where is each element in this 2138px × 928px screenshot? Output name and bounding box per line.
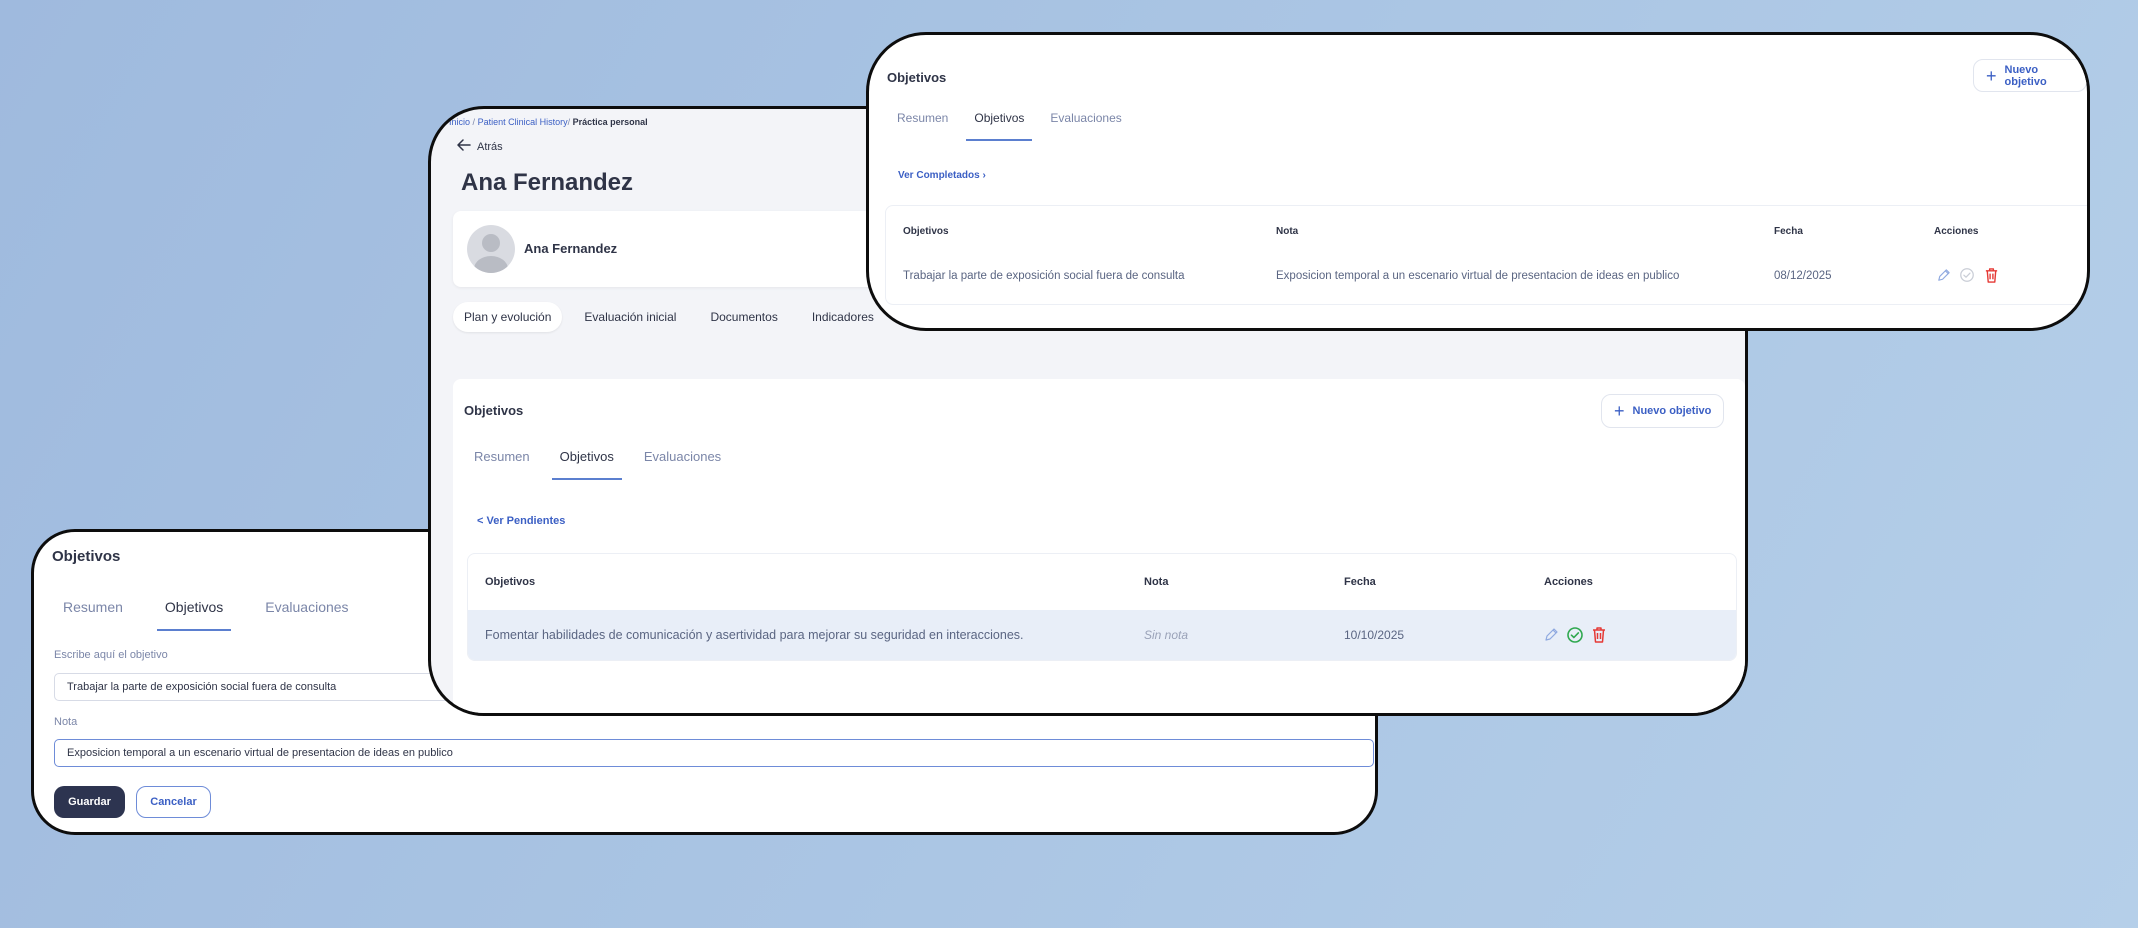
row-note: Exposicion temporal a un escenario virtu… <box>1276 270 1680 282</box>
new-objective-button[interactable]: + Nuevo objetivo <box>1973 59 2087 92</box>
breadcrumb-history[interactable]: Patient Clinical History <box>478 117 568 127</box>
back-arrow-icon <box>457 139 471 154</box>
objectives-table: Objetivos Nota Fecha Acciones Fomentar h… <box>467 553 1737 661</box>
breadcrumb: Inicio / Patient Clinical History/ Práct… <box>449 117 648 127</box>
row-objective: Fomentar habilidades de comunicación y a… <box>485 628 1024 642</box>
objective-field-label: Escribe aquí el objetivo <box>54 649 168 661</box>
form-tabs: Resumen Objetivos Evaluaciones <box>55 599 357 631</box>
new-objective-button[interactable]: + Nuevo objetivo <box>1601 394 1725 428</box>
breadcrumb-separator: / <box>567 117 571 127</box>
row-actions <box>1540 624 1612 646</box>
trash-icon[interactable] <box>1588 624 1610 646</box>
column-header-fecha: Fecha <box>1344 576 1376 588</box>
objectives-completed-card: Objetivos + Nuevo objetivo Resumen Objet… <box>866 32 2090 331</box>
back-link[interactable]: Atrás <box>457 139 503 154</box>
new-objective-label: Nuevo objetivo <box>2004 63 2047 88</box>
patient-header-card: Ana Fernandez <box>453 211 913 287</box>
patient-name: Ana Fernandez <box>524 241 618 256</box>
table-row: Trabajar la parte de exposición social f… <box>886 254 2087 294</box>
view-completed-link[interactable]: Ver Completados › <box>898 170 986 181</box>
column-header-acciones: Acciones <box>1934 226 1979 237</box>
plus-icon: + <box>1614 401 1625 421</box>
tab-evaluaciones[interactable]: Evaluaciones <box>636 449 729 480</box>
column-header-nota: Nota <box>1276 226 1299 237</box>
page-title: Ana Fernandez <box>461 169 634 196</box>
note-input[interactable]: Exposicion temporal a un escenario virtu… <box>54 739 1374 767</box>
form-title: Objetivos <box>52 548 121 565</box>
objectives-tabs: Resumen Objetivos Evaluaciones <box>466 449 729 480</box>
save-button[interactable]: Guardar <box>54 786 125 818</box>
tab-evaluacion-inicial[interactable]: Evaluación inicial <box>572 302 688 332</box>
main-tabs: Plan y evolución Evaluación inicial Docu… <box>453 302 886 332</box>
edit-icon[interactable] <box>1932 264 1954 286</box>
tab-objetivos[interactable]: Objetivos <box>156 599 232 631</box>
row-objective: Trabajar la parte de exposición social f… <box>903 270 1185 282</box>
back-label: Atrás <box>477 140 503 153</box>
avatar <box>467 225 515 273</box>
column-header-objetivos: Objetivos <box>485 576 536 588</box>
tab-objetivos[interactable]: Objetivos <box>966 111 1033 141</box>
section-title: Objetivos <box>887 70 947 85</box>
edit-icon[interactable] <box>1540 624 1562 646</box>
tab-evaluaciones[interactable]: Evaluaciones <box>257 599 356 631</box>
breadcrumb-home[interactable]: Inicio <box>449 117 470 127</box>
tab-documentos[interactable]: Documentos <box>698 302 789 332</box>
view-pending-link[interactable]: < Ver Pendientes <box>477 515 565 527</box>
column-header-fecha: Fecha <box>1774 226 1803 237</box>
table-row: Fomentar habilidades de comunicación y a… <box>468 610 1736 660</box>
check-circle-icon[interactable] <box>1564 624 1586 646</box>
tab-evaluaciones[interactable]: Evaluaciones <box>1042 111 1129 141</box>
avatar-icon <box>474 234 508 273</box>
row-note: Sin nota <box>1144 628 1189 642</box>
tab-resumen[interactable]: Resumen <box>466 449 538 480</box>
tab-plan-evolucion[interactable]: Plan y evolución <box>453 302 563 332</box>
new-objective-label: Nuevo objetivo <box>1632 405 1712 417</box>
breadcrumb-separator: / <box>472 117 476 127</box>
column-header-acciones: Acciones <box>1544 576 1593 588</box>
cancel-button[interactable]: Cancelar <box>136 786 211 818</box>
objectives-panel: Objetivos + Nuevo objetivo Resumen Objet… <box>453 379 1745 713</box>
objectives-tabs: Resumen Objetivos Evaluaciones <box>889 111 1130 141</box>
column-header-nota: Nota <box>1144 576 1169 588</box>
column-header-objetivos: Objetivos <box>903 226 949 237</box>
row-date: 08/12/2025 <box>1774 270 1832 282</box>
tab-indicadores[interactable]: Indicadores <box>800 302 886 332</box>
check-circle-icon[interactable] <box>1956 264 1978 286</box>
note-field-label: Nota <box>54 716 78 728</box>
tab-resumen[interactable]: Resumen <box>889 111 956 141</box>
objectives-table: Objetivos Nota Fecha Acciones Trabajar l… <box>885 205 2087 305</box>
tab-resumen[interactable]: Resumen <box>55 599 131 631</box>
plus-icon: + <box>1986 65 1997 86</box>
tab-objetivos[interactable]: Objetivos <box>551 449 622 480</box>
trash-icon[interactable] <box>1980 264 2002 286</box>
row-date: 10/10/2025 <box>1344 628 1405 642</box>
breadcrumb-current: Práctica personal <box>572 117 648 127</box>
section-title: Objetivos <box>464 403 524 418</box>
row-actions <box>1932 264 2004 286</box>
